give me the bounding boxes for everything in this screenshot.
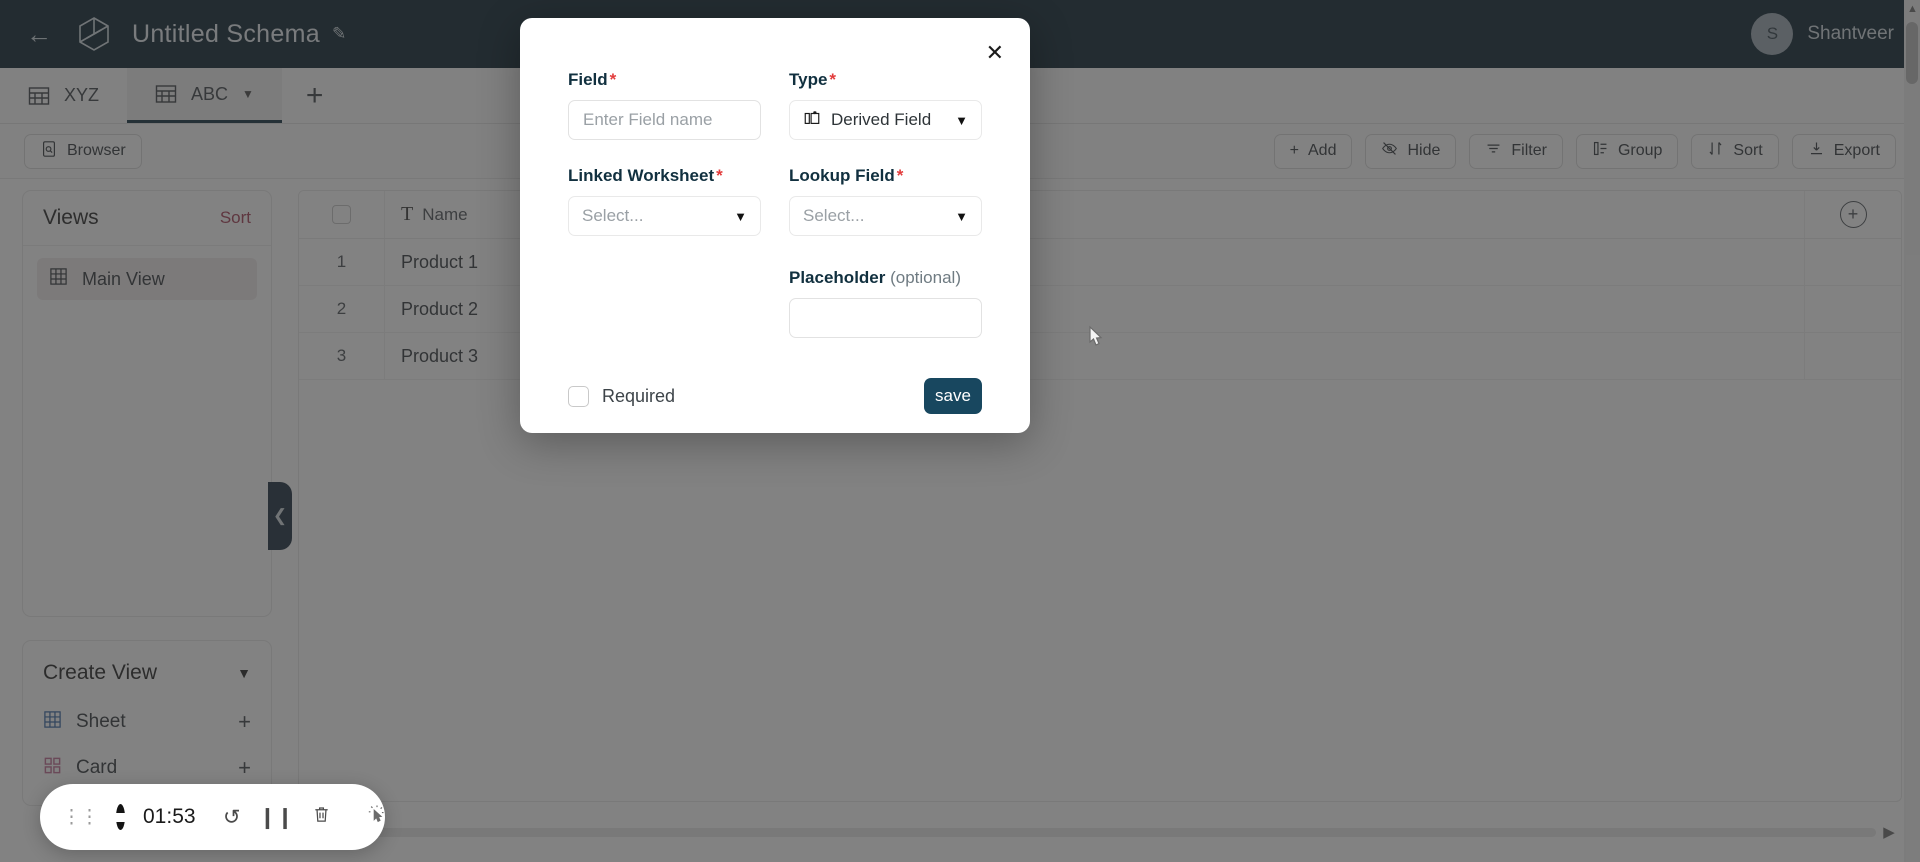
app-root: ← Untitled Schema ✎ S Shantveer [0,0,1920,862]
lookup-field-label: Lookup Field* [789,166,982,186]
required-toggle[interactable]: Required [568,386,675,407]
lookup-field-value: Select... [803,206,864,226]
modal-row-field-type: Field* Type* Derived Field ▼ [568,18,982,140]
modal-row-placeholder: Placeholder (optional) [568,236,982,338]
modal-footer: Required save [568,338,982,414]
linked-worksheet-group: Linked Worksheet* Select... ▼ [568,166,761,236]
field-editor-modal: ✕ Field* Type* [520,18,1030,433]
placeholder-label: Placeholder (optional) [789,268,982,288]
close-icon[interactable]: ✕ [986,42,1004,64]
required-asterisk: * [610,70,617,89]
placeholder-group: Placeholder (optional) [789,268,982,338]
required-label: Required [602,386,675,407]
type-label-text: Type [789,70,827,89]
modal-row-linked-lookup: Linked Worksheet* Select... ▼ Lookup Fie… [568,140,982,236]
chevron-down-icon: ▼ [955,113,968,128]
checkbox-icon[interactable] [568,386,589,407]
pause-icon[interactable]: ❙❙ [259,805,294,830]
placeholder-optional-text: (optional) [890,268,961,287]
restart-icon[interactable]: ↺ [223,805,241,830]
recording-time: 01:53 [143,805,205,829]
linked-worksheet-label: Linked Worksheet* [568,166,761,186]
linked-worksheet-label-text: Linked Worksheet [568,166,714,185]
field-type-value: Derived Field [831,110,931,130]
lookup-field-label-text: Lookup Field [789,166,895,185]
linked-worksheet-select[interactable]: Select... ▼ [568,196,761,236]
linked-worksheet-value: Select... [582,206,643,226]
drag-handle-icon[interactable]: ⋮⋮ [62,806,98,829]
placeholder-input[interactable] [789,298,982,338]
required-asterisk: * [829,70,836,89]
field-name-group: Field* [568,70,761,140]
field-label-text: Field [568,70,608,89]
trash-icon[interactable] [312,805,331,830]
field-type-select[interactable]: Derived Field ▼ [789,100,982,140]
required-asterisk: * [716,166,723,185]
lookup-field-select[interactable]: Select... ▼ [789,196,982,236]
required-asterisk: * [897,166,904,185]
lookup-field-group: Lookup Field* Select... ▼ [789,166,982,236]
field-type-group: Type* Derived Field ▼ [789,70,982,140]
stop-record-icon[interactable] [116,804,125,830]
save-button[interactable]: save [924,378,982,414]
chevron-down-icon: ▼ [955,209,968,224]
type-label: Type* [789,70,982,90]
derived-field-icon [803,109,821,132]
placeholder-label-text: Placeholder [789,268,885,287]
field-label: Field* [568,70,761,90]
cursor-click-icon[interactable] [367,804,387,830]
field-name-input[interactable] [568,100,761,140]
placeholder-spacer [568,268,761,338]
recording-toolbar: ⋮⋮ 01:53 ↺ ❙❙ [40,784,385,850]
chevron-down-icon: ▼ [734,209,747,224]
